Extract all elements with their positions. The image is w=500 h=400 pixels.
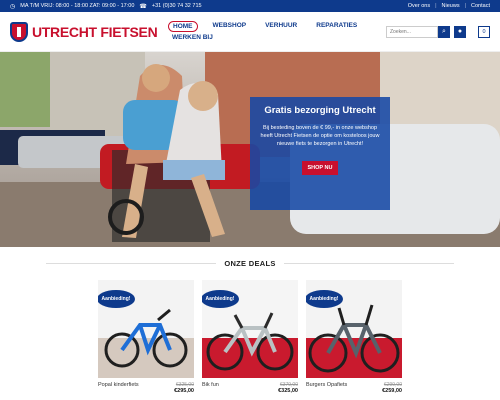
sale-badge: Aanbieding! <box>202 290 239 308</box>
nav-home[interactable]: HOME <box>168 21 198 32</box>
sale-price: €259,00 <box>382 388 402 394</box>
sale-badge: Aanbieding! <box>98 290 135 308</box>
hero-banner: Gratis bezorging Utrecht Bij besteding b… <box>0 52 500 247</box>
nav-werken-bij[interactable]: WERKEN BIJ <box>168 33 217 42</box>
search-input[interactable] <box>386 25 438 38</box>
shield-logo-icon <box>10 21 28 42</box>
product-name[interactable]: Bik fun <box>202 382 219 394</box>
site-header: UTRECHT FIETSEN HOME WEBSHOP VERHUUR REP… <box>0 12 500 52</box>
product-card[interactable]: Aanbieding! Popal kinderfiets €325,00 €2… <box>98 280 194 394</box>
cart-button[interactable]: 0 <box>478 25 490 38</box>
promo-title: Gratis bezorging Utrecht <box>264 105 376 116</box>
sale-badge: Aanbieding! <box>306 290 343 308</box>
search-form: ⌕ <box>386 25 450 38</box>
opening-hours: MA T/M VRIJ: 08:00 - 18:00 ZAT: 09:00 - … <box>20 3 135 9</box>
shop-now-button[interactable]: SHOP NU <box>301 161 339 175</box>
promo-panel: Gratis bezorging Utrecht Bij besteding b… <box>250 97 390 210</box>
site-logo[interactable]: UTRECHT FIETSEN <box>10 21 160 42</box>
product-grid: Aanbieding! Popal kinderfiets €325,00 €2… <box>0 280 500 394</box>
deals-title: ONZE DEALS <box>216 259 284 268</box>
clock-icon: ◷ <box>10 3 16 10</box>
link-nieuws[interactable]: Nieuws <box>442 3 460 9</box>
deals-heading: ONZE DEALS <box>0 251 500 276</box>
product-image[interactable]: Aanbieding! <box>98 280 194 378</box>
link-over-ons[interactable]: Over ons <box>408 3 430 9</box>
product-image[interactable]: Aanbieding! <box>202 280 298 378</box>
product-name[interactable]: Burgers Opafiets <box>306 382 347 394</box>
main-nav: HOME WEBSHOP VERHUUR REPARATIES WERKEN B… <box>168 21 368 42</box>
sale-price: €325,00 <box>278 388 298 394</box>
brand-name: UTRECHT FIETSEN <box>32 23 158 40</box>
product-image[interactable]: Aanbieding! <box>306 280 402 378</box>
phone-number[interactable]: +31 (0)30 74 32 715 <box>152 3 202 9</box>
sale-price: €295,00 <box>174 388 194 394</box>
nav-reparaties[interactable]: REPARATIES <box>312 21 361 32</box>
nav-verhuur[interactable]: VERHUUR <box>261 21 301 32</box>
product-name[interactable]: Popal kinderfiets <box>98 382 139 394</box>
search-icon[interactable]: ⌕ <box>438 25 450 38</box>
user-icon[interactable]: ● <box>454 25 466 38</box>
product-card[interactable]: Aanbieding! Bik fun €379,00 €325,00 <box>202 280 298 394</box>
top-bar: ◷ MA T/M VRIJ: 08:00 - 18:00 ZAT: 09:00 … <box>0 0 500 12</box>
phone-icon: ☎ <box>139 3 147 10</box>
nav-webshop[interactable]: WEBSHOP <box>209 21 251 32</box>
link-contact[interactable]: Contact <box>471 3 490 9</box>
product-card[interactable]: Aanbieding! Burgers Opafiets €299,00 €25… <box>306 280 402 394</box>
promo-text: Bij besteding boven de € 99,- in onze we… <box>260 125 380 147</box>
